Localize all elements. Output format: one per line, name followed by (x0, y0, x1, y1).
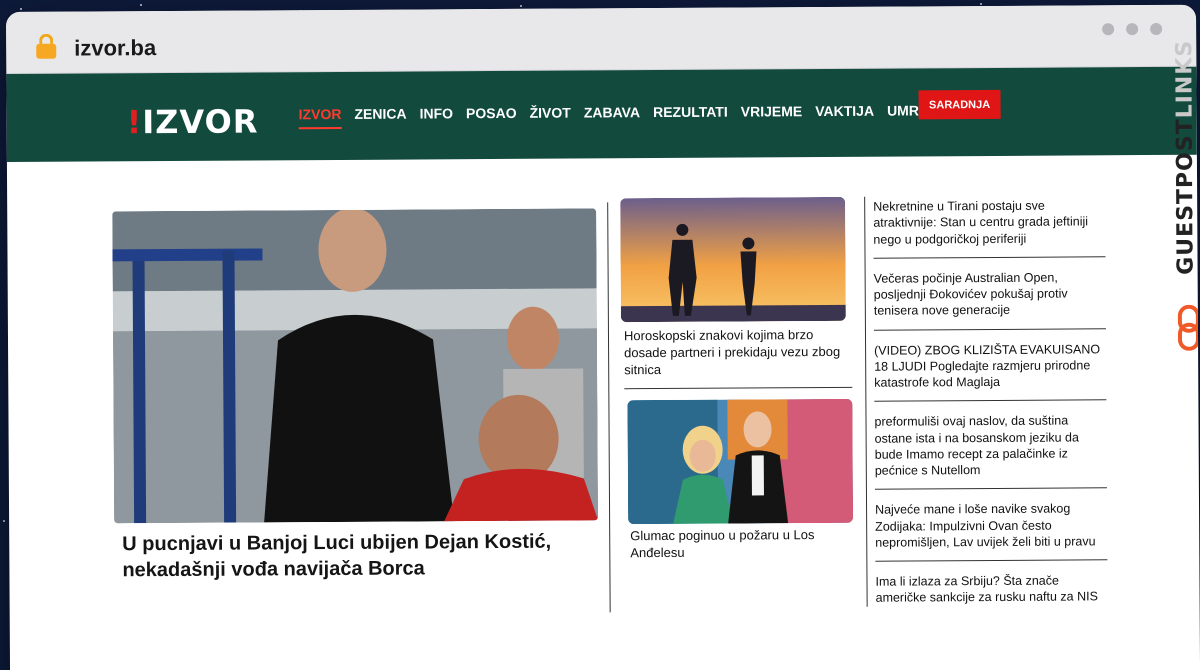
article-image-actor[interactable] (627, 398, 854, 525)
badge-text: GUESTPOSTLINKS (1172, 39, 1199, 275)
article-headline[interactable]: Glumac poginuo u požaru u Los Anđelesu (630, 527, 850, 562)
article-image-sunset-couple[interactable] (620, 196, 846, 323)
main-content: U pucnjavi u Banjoj Luci ubijen Dejan Ko… (7, 155, 1200, 670)
logo-mark: ! (126, 103, 143, 142)
latest-news-list: Nekretnine u Tirani postaju sve atraktiv… (873, 193, 1108, 624)
site-logo[interactable]: !IZVOR (127, 102, 259, 141)
side-headline[interactable]: Ima li izlaza za Srbiju? Šta znače ameri… (875, 568, 1107, 616)
nav-item-info[interactable]: INFO (419, 105, 453, 128)
hero-image[interactable] (112, 208, 599, 524)
nav-item-zenica[interactable]: ZENICA (354, 106, 406, 129)
address-bar-url[interactable]: izvor.ba (74, 35, 156, 61)
column-divider (607, 202, 611, 613)
main-nav: IZVOR ZENICA INFO POSAO ŽIVOT ZABAVA REZULTATI… (298, 102, 932, 130)
side-headline[interactable]: Večeras počinje Australian Open, posljed… (873, 265, 1106, 331)
nav-item-vrijeme[interactable]: VRIJEME (741, 103, 803, 126)
window-dot-icon[interactable] (1126, 23, 1139, 36)
side-headline[interactable]: Najveće mane i loše navike svakog Zodija… (874, 496, 1108, 562)
nav-item-vaktija[interactable]: VAKTIJA (815, 103, 874, 126)
window-dot-icon[interactable] (1102, 23, 1115, 36)
hero-headline[interactable]: U pucnjavi u Banjoj Luci ubijen Dejan Ko… (122, 528, 592, 583)
logo-text: IZVOR (142, 102, 259, 142)
lock-icon (36, 33, 57, 60)
saradnja-button[interactable]: SARADNJA (918, 89, 1001, 120)
side-headline[interactable]: Nekretnine u Tirani postaju sve atraktiv… (873, 193, 1106, 259)
nav-item-izvor[interactable]: IZVOR (298, 105, 342, 130)
window-controls (1102, 22, 1163, 36)
guestpostlinks-badge: GUESTPOSTLINKS (1170, 40, 1200, 365)
window-dot-icon[interactable] (1150, 22, 1163, 36)
side-headline[interactable]: preformuliši ovaj naslov, da suština ost… (874, 408, 1107, 490)
site-header: !IZVOR IZVOR ZENICA INFO POSAO ŽIVOT ZABAVA RE… (6, 66, 1197, 162)
column-divider (864, 196, 868, 607)
browser-window: izvor.ba !IZVOR IZVOR ZENICA INFO POSAO ŽIVO… (6, 4, 1200, 670)
nav-item-rezultati[interactable]: REZULTATI (653, 104, 728, 127)
divider (624, 386, 853, 390)
nav-item-zabava[interactable]: ZABAVA (584, 104, 640, 127)
article-headline[interactable]: Horoskopski znakovi kojima brzo dosade p… (624, 327, 844, 379)
browser-titlebar: izvor.ba (6, 4, 1197, 74)
nav-item-posao[interactable]: POSAO (466, 105, 517, 128)
side-headline[interactable]: (VIDEO) ZBOG KLIZIŠTA EVAKUISANO 18 LJUD… (874, 336, 1107, 402)
chain-link-icon (1177, 304, 1200, 351)
nav-item-život[interactable]: ŽIVOT (530, 105, 571, 128)
